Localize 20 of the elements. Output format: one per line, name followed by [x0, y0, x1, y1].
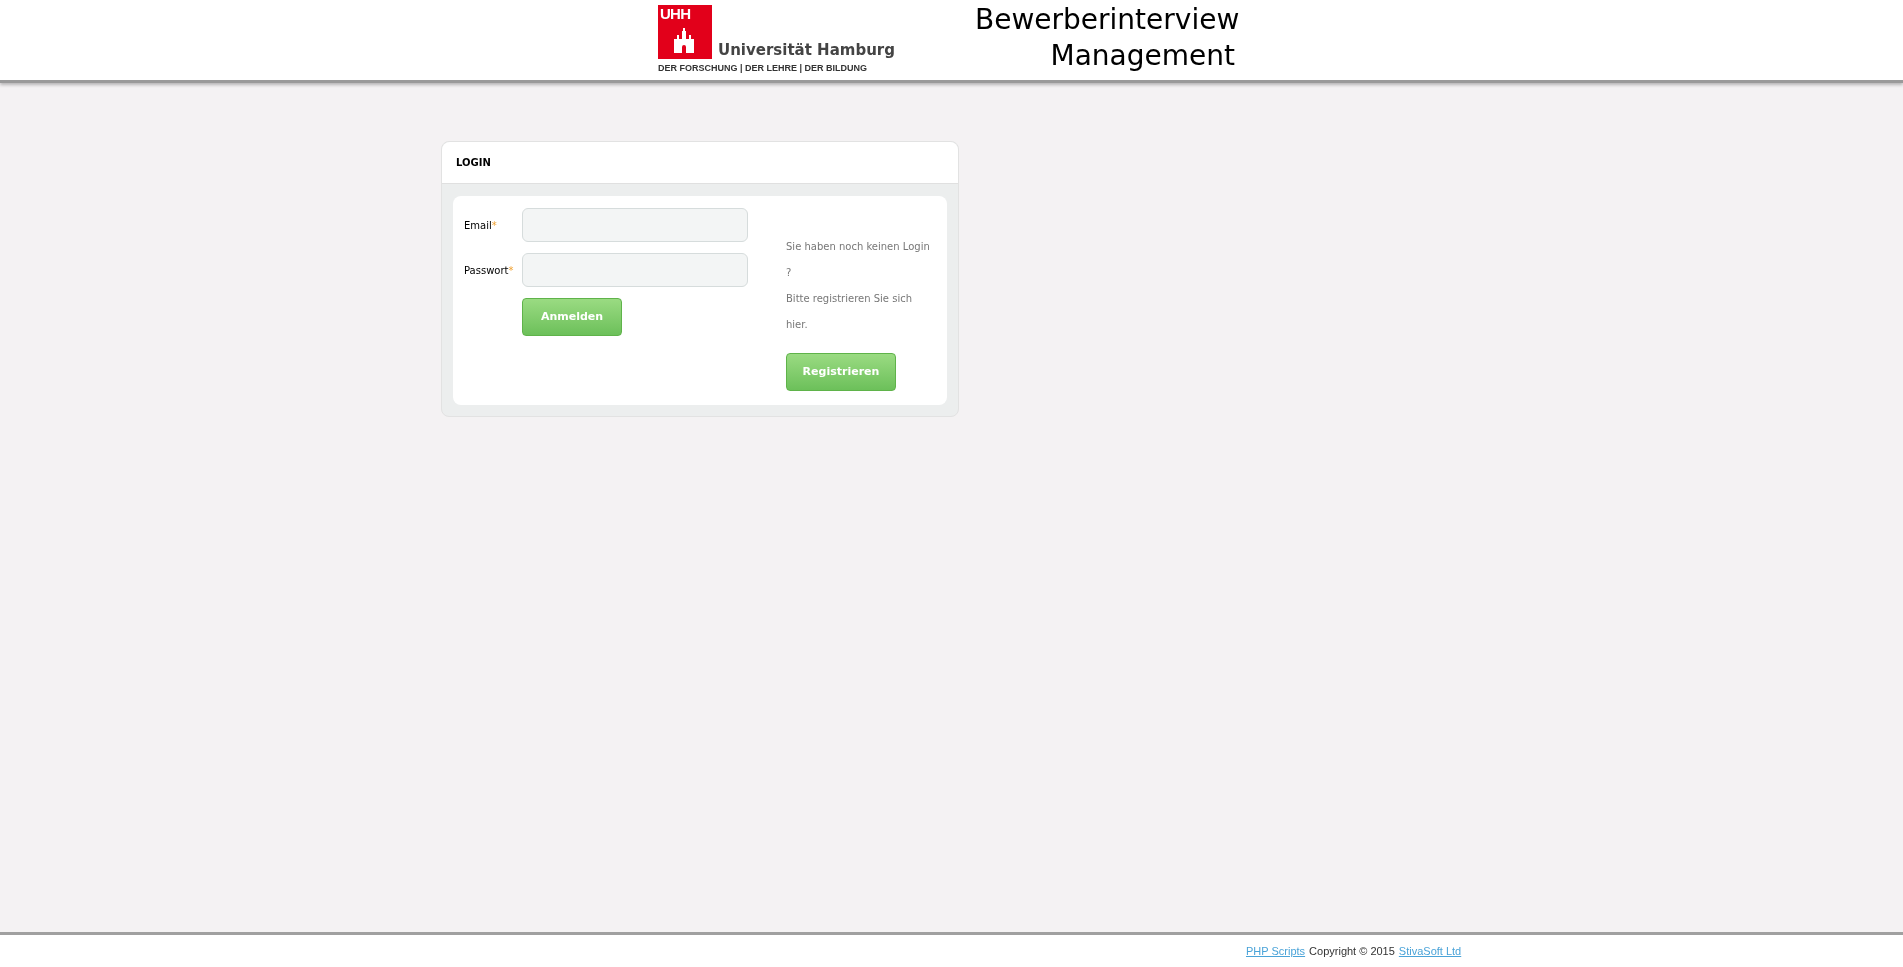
- panel-title: LOGIN: [456, 156, 491, 170]
- input-field[interactable]: [522, 208, 748, 242]
- logo-mark: UHH: [660, 5, 691, 23]
- castle-icon: [672, 27, 696, 53]
- input-field[interactable]: [522, 253, 748, 287]
- register-button[interactable]: Registrieren: [786, 353, 896, 391]
- register-hint: ?: [786, 266, 793, 280]
- copyright-text: Copyright © 2015: [1309, 943, 1395, 959]
- app-title: Management: [1050, 38, 1235, 74]
- register-hint: Bitte registrieren Sie sich: [786, 292, 913, 306]
- field-label: Passwort*: [464, 263, 515, 278]
- footer-link[interactable]: PHP Scripts: [1246, 942, 1306, 960]
- footer-link[interactable]: StivaSoft Ltd: [1398, 942, 1462, 960]
- login-button[interactable]: Anmelden: [522, 298, 622, 336]
- university-tagline: DER FORSCHUNG | DER LEHRE | DER BILDUNG: [658, 62, 869, 75]
- university-name: Universität Hamburg: [718, 43, 895, 58]
- register-hint: Sie haben noch keinen Login: [786, 240, 930, 254]
- register-hint: hier.: [786, 318, 809, 332]
- app-title: Bewerberinterview: [975, 2, 1240, 38]
- field-label: Email*: [464, 218, 498, 233]
